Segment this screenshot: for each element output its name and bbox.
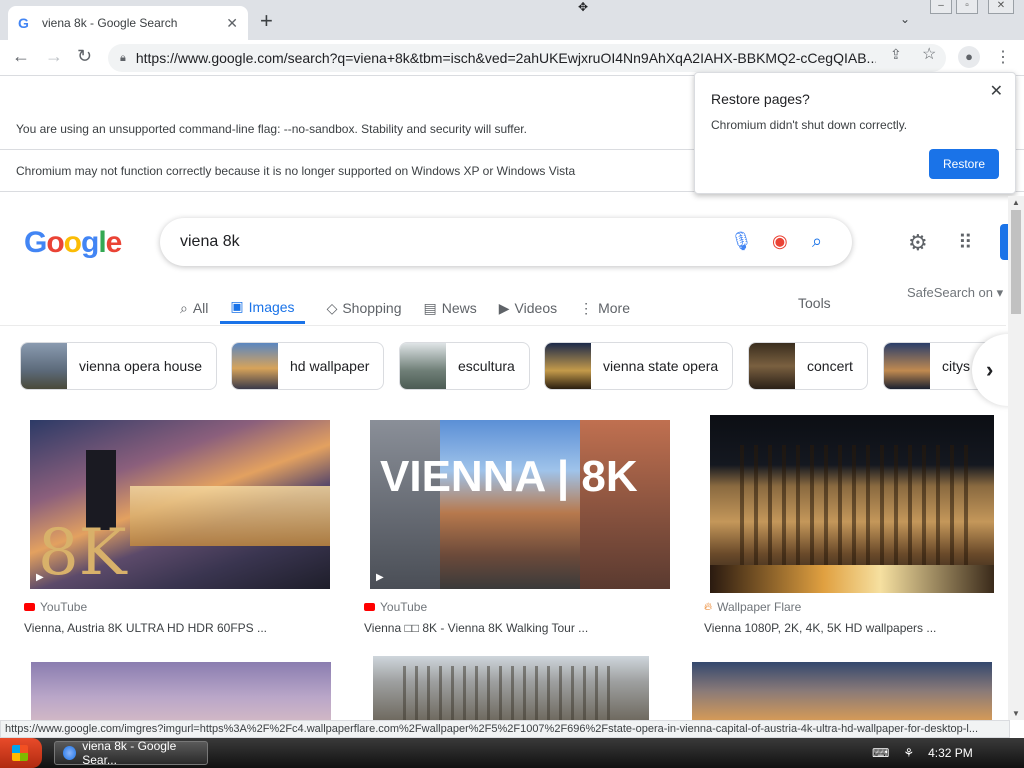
tab-images[interactable]: ▣ Images bbox=[220, 292, 305, 324]
wallpaper-flare-icon: 🔥︎ bbox=[704, 600, 713, 613]
search-tabs: ⌕ All ▣ Images ◇ Shopping ▤ News ▶ Videos ⋮ Mo… bbox=[180, 292, 630, 324]
maximize-icon[interactable]: ▫ bbox=[956, 0, 978, 14]
mouse-cursor-icon: ✥ bbox=[578, 0, 589, 14]
clock[interactable]: 4:32 PM bbox=[928, 746, 973, 760]
search-input[interactable]: viena 8k bbox=[180, 233, 240, 251]
google-apps-icon[interactable]: ⠿ bbox=[958, 230, 973, 255]
result-source[interactable]: YouTube bbox=[24, 600, 87, 614]
profile-avatar-icon[interactable]: ● bbox=[958, 46, 980, 68]
chip-thumbnail bbox=[749, 343, 795, 389]
start-button[interactable] bbox=[0, 738, 42, 768]
more-icon: ⋮ bbox=[579, 299, 594, 316]
tab-news[interactable]: ▤ News bbox=[424, 292, 477, 324]
settings-gear-icon[interactable]: ⚙ bbox=[908, 230, 928, 256]
bookmark-star-icon[interactable]: ☆ bbox=[922, 44, 936, 64]
keyboard-icon[interactable]: ⌨ bbox=[872, 746, 889, 760]
result-image[interactable] bbox=[31, 662, 331, 720]
tab-all[interactable]: ⌕ All bbox=[180, 292, 208, 324]
dialog-message: Chromium didn't shut down correctly. bbox=[711, 118, 908, 132]
tools-button[interactable]: Tools bbox=[798, 295, 831, 311]
play-icon: ▶ bbox=[36, 572, 44, 583]
result-image-vienna-state-opera-wallpaper[interactable] bbox=[710, 415, 994, 593]
reload-icon[interactable]: ↻ bbox=[77, 46, 92, 67]
chip-thumbnail bbox=[21, 343, 67, 389]
search-icon: ⌕ bbox=[180, 299, 188, 316]
youtube-icon bbox=[364, 603, 375, 611]
dropdown-arrow-icon: ▾ bbox=[996, 285, 1004, 300]
taskbar-item-chromium[interactable]: viena 8k - Google Sear... bbox=[54, 739, 208, 767]
result-source[interactable]: 🔥︎ Wallpaper Flare bbox=[704, 600, 801, 614]
chip-vienna-opera-house[interactable]: vienna opera house bbox=[20, 342, 217, 390]
result-image[interactable] bbox=[373, 656, 649, 720]
tab-close-icon[interactable]: ✕ bbox=[226, 15, 238, 32]
microphone-icon[interactable]: 🎙︎ bbox=[730, 231, 753, 252]
lock-icon: 🔒︎ bbox=[120, 51, 126, 64]
chip-thumbnail bbox=[232, 343, 278, 389]
windows-logo-icon bbox=[12, 745, 28, 761]
tab-more[interactable]: ⋮ More bbox=[579, 292, 630, 324]
new-tab-button[interactable]: + bbox=[260, 8, 273, 34]
image-overlay-text: 8K bbox=[38, 516, 127, 589]
result-image[interactable] bbox=[692, 662, 992, 720]
related-search-chips: vienna opera house hd wallpaper escultur… bbox=[20, 342, 1010, 390]
restore-pages-dialog: Restore pages? Chromium didn't shut down… bbox=[694, 72, 1016, 194]
result-title[interactable]: Vienna, Austria 8K ULTRA HD HDR 60FPS ..… bbox=[24, 621, 267, 635]
chip-escultura[interactable]: escultura bbox=[399, 342, 530, 390]
tabs-divider bbox=[0, 325, 1006, 326]
url-text: https://www.google.com/search?q=viena+8k… bbox=[135, 50, 876, 66]
tab-strip: G viena 8k - Google Search ✕ + ✥ ⌄ – ▫ ✕ bbox=[0, 0, 1024, 40]
safesearch-toggle[interactable]: SafeSearch on ▾ bbox=[907, 285, 1003, 301]
chip-vienna-state-opera[interactable]: vienna state opera bbox=[544, 342, 734, 390]
scroll-down-icon[interactable]: ▼ bbox=[1012, 709, 1020, 718]
tab-title: viena 8k - Google Search bbox=[42, 16, 178, 30]
play-icon: ▶ bbox=[498, 299, 510, 316]
search-box[interactable]: viena 8k 🎙︎ ◉ ⌕ bbox=[160, 218, 852, 266]
tag-icon: ◇ bbox=[326, 299, 338, 316]
browser-menu-icon[interactable]: ⋮ bbox=[995, 47, 1011, 67]
chip-concert[interactable]: concert bbox=[748, 342, 868, 390]
sign-in-button[interactable] bbox=[1000, 224, 1008, 260]
result-image-vienna-8k-hdr[interactable]: 8K ▶ bbox=[30, 420, 330, 589]
chromium-icon bbox=[63, 746, 77, 760]
result-image-vienna-walking-tour[interactable]: VIENNA | 8K ▶ bbox=[370, 420, 670, 589]
dialog-title: Restore pages? bbox=[711, 91, 810, 107]
chip-thumbnail bbox=[884, 343, 930, 389]
tab-search-icon[interactable]: ⌄ bbox=[900, 12, 910, 26]
restore-button[interactable]: Restore bbox=[929, 149, 999, 179]
system-tray: ⌨ ⚘ 4:32 PM bbox=[872, 738, 973, 768]
chip-thumbnail bbox=[545, 343, 591, 389]
play-icon: ▶ bbox=[376, 572, 384, 583]
scroll-up-icon[interactable]: ▲ bbox=[1012, 198, 1020, 207]
address-bar[interactable]: 🔒︎ https://www.google.com/search?q=viena… bbox=[108, 44, 946, 72]
chip-thumbnail bbox=[400, 343, 446, 389]
result-source[interactable]: YouTube bbox=[364, 600, 427, 614]
image-overlay-text: VIENNA | 8K bbox=[380, 452, 638, 501]
result-title[interactable]: Vienna 1080P, 2K, 4K, 5K HD wallpapers .… bbox=[704, 621, 936, 635]
scrollbar-thumb[interactable] bbox=[1011, 210, 1021, 314]
window-close-icon[interactable]: ✕ bbox=[988, 0, 1014, 14]
news-icon: ▤ bbox=[423, 299, 437, 316]
camera-lens-icon[interactable]: ◉ bbox=[772, 231, 788, 252]
share-icon[interactable]: ⇪ bbox=[890, 46, 902, 63]
google-favicon-icon: G bbox=[18, 15, 29, 31]
search-icon[interactable]: ⌕ bbox=[812, 231, 822, 252]
windows-taskbar: viena 8k - Google Sear... ⌨ ⚘ 4:32 PM bbox=[0, 738, 1024, 768]
google-logo[interactable]: Google bbox=[24, 226, 122, 260]
network-icon[interactable]: ⚘ bbox=[903, 746, 914, 760]
tab-videos[interactable]: ▶ Videos bbox=[499, 292, 557, 324]
status-bubble-url: https://www.google.com/imgres?imgurl=htt… bbox=[0, 720, 1010, 738]
tab-shopping[interactable]: ◇ Shopping bbox=[327, 292, 402, 324]
result-title[interactable]: Vienna □□ 8K - Vienna 8K Walking Tour ..… bbox=[364, 621, 588, 635]
minimize-icon[interactable]: – bbox=[930, 0, 952, 14]
browser-toolbar: ← → ↻ 🔒︎ https://www.google.com/search?q… bbox=[0, 40, 1024, 76]
page-scrollbar[interactable]: ▲ ▼ bbox=[1008, 196, 1024, 720]
dialog-close-icon[interactable]: ✕ bbox=[990, 81, 1003, 101]
chip-hd-wallpaper[interactable]: hd wallpaper bbox=[231, 342, 385, 390]
youtube-icon bbox=[24, 603, 35, 611]
image-icon: ▣ bbox=[230, 298, 244, 314]
back-arrow-icon[interactable]: ← bbox=[12, 46, 30, 67]
forward-arrow-icon[interactable]: → bbox=[45, 46, 63, 67]
browser-tab[interactable]: G viena 8k - Google Search ✕ bbox=[8, 6, 248, 40]
